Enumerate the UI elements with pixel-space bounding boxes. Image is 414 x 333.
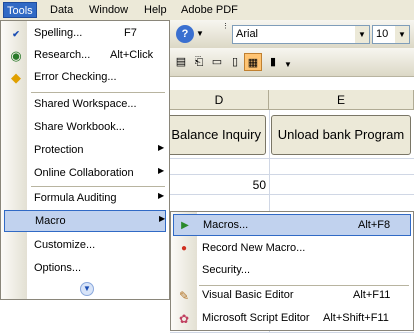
toolbar-icon-c[interactable]: ▭ (208, 53, 226, 71)
submenu-item-visual-basic-editor[interactable]: ✎ Visual Basic Editor Alt+F11 (173, 285, 411, 307)
menu-item-spelling[interactable]: ✔ Spelling... F7 (4, 23, 166, 45)
menu-item-protection[interactable]: Protection ▶ (4, 140, 166, 162)
font-size-value: 10 (376, 28, 389, 40)
play-icon: ▶ (181, 220, 189, 231)
menu-item-research[interactable]: ◉ Research... Alt+Click (4, 45, 166, 67)
toolbar-icon-f[interactable]: ▮ (264, 53, 282, 71)
macro-submenu: ▶ Macros... Alt+F8 ● Record New Macro...… (170, 211, 414, 331)
toolbar-icon-d[interactable]: ▯ (226, 53, 244, 71)
script-editor-icon: ✿ (178, 312, 190, 326)
record-icon: ● (180, 243, 188, 254)
column-header-d[interactable]: D (170, 90, 269, 110)
submenu-item-record-new-macro[interactable]: ● Record New Macro... (173, 238, 411, 260)
chevron-right-icon: ▶ (158, 143, 165, 152)
font-name-combo[interactable]: Arial ▼ (232, 25, 370, 44)
menu-item-customize[interactable]: Customize... (4, 235, 166, 257)
submenu-item-macros[interactable]: ▶ Macros... Alt+F8 (173, 214, 411, 236)
menu-separator (31, 92, 165, 93)
toolbar-options-icon[interactable]: ▼ (196, 25, 204, 43)
row-line (170, 194, 414, 195)
menu-window[interactable]: Window (86, 2, 131, 18)
balance-inquiry-button[interactable]: Balance Inquiry (164, 115, 266, 155)
visual-basic-editor-icon: ✎ (178, 289, 190, 303)
row-line (170, 174, 414, 175)
expand-menu-chevron-icon[interactable]: ▼ (80, 282, 94, 296)
formatting-toolbar: ? ▼ ⋮ Arial ▼ 10 ▼ (170, 20, 414, 49)
row-line (170, 158, 414, 159)
menu-adobe-pdf[interactable]: Adobe PDF (178, 2, 241, 18)
chevron-down-icon[interactable]: ▼ (355, 26, 369, 43)
menu-item-formula-auditing[interactable]: Formula Auditing ▶ (4, 188, 166, 210)
menu-item-macro[interactable]: Macro ▶ (4, 210, 166, 232)
menu-item-online-collaboration[interactable]: Online Collaboration ▶ (4, 163, 166, 185)
unload-bank-program-button[interactable]: Unload bank Program (271, 115, 411, 155)
cell-value[interactable]: 50 (170, 178, 266, 192)
menu-data[interactable]: Data (47, 2, 76, 18)
error-checking-icon: ◆ (11, 70, 21, 85)
drawing-toolbar: ▤ ⎗ ▭ ▯ ▦ ▮ ▼ (170, 48, 414, 77)
toolbar-options-icon[interactable]: ▼ (284, 56, 292, 74)
font-size-combo[interactable]: 10 ▼ (372, 25, 410, 44)
submenu-item-microsoft-script-editor[interactable]: ✿ Microsoft Script Editor Alt+Shift+F11 (173, 308, 411, 330)
spelling-icon: ✔ (12, 29, 20, 39)
menu-separator (31, 186, 165, 187)
chevron-right-icon: ▶ (158, 191, 165, 200)
toolbar-grip-icon: ⋮ (222, 23, 229, 30)
help-icon[interactable]: ? (176, 25, 194, 43)
toolbar-icon-a[interactable]: ▤ (172, 53, 190, 71)
menu-item-share-workbook[interactable]: Share Workbook... (4, 117, 166, 139)
menu-tools[interactable]: Tools (3, 2, 37, 18)
chevron-right-icon: ▶ (158, 166, 165, 175)
chevron-down-icon[interactable]: ▼ (395, 26, 409, 43)
font-name-value: Arial (236, 28, 259, 40)
menu-item-shared-workspace[interactable]: Shared Workspace... (4, 94, 166, 116)
toolbar-icon-b[interactable]: ⎗ (190, 53, 208, 71)
submenu-item-security[interactable]: Security... (173, 260, 411, 282)
research-icon: ◉ (10, 48, 22, 63)
menu-item-error-checking[interactable]: ◆ Error Checking... (4, 67, 166, 89)
menu-bar: Tools Data Window Help Adobe PDF (0, 0, 414, 20)
tools-menu: ✔ Spelling... F7 ◉ Research... Alt+Click… (0, 20, 170, 300)
menu-item-options[interactable]: Options... (4, 258, 166, 280)
menu-help[interactable]: Help (141, 2, 170, 18)
grid-icon[interactable]: ▦ (244, 53, 262, 71)
column-header-e[interactable]: E (269, 90, 414, 110)
chevron-right-icon: ▶ (159, 214, 166, 223)
